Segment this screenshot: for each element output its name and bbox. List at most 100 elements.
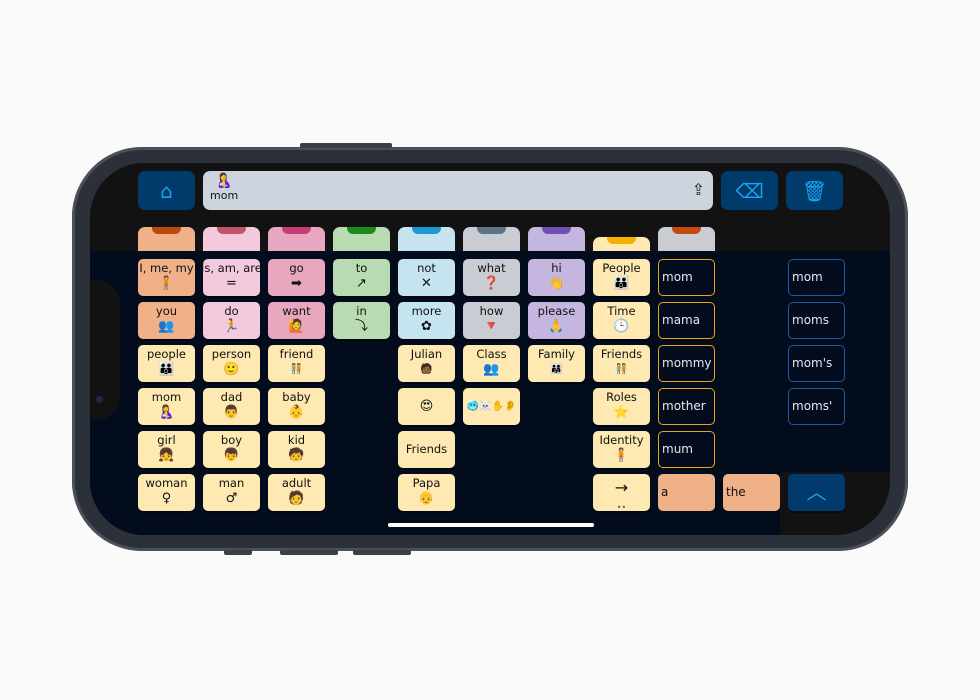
- cell-label: is, am, are: [201, 261, 262, 275]
- symbol-cell[interactable]: girl 👧: [138, 431, 195, 468]
- share-icon[interactable]: ⇪: [692, 180, 705, 199]
- symbol-cell[interactable]: kid 🧒: [268, 431, 325, 468]
- home-button[interactable]: ⌂: [138, 171, 195, 210]
- symbol-cell[interactable]: how 🔻: [463, 302, 520, 339]
- cell-label: Julian: [410, 347, 443, 361]
- symbol-icon: 👪: [613, 276, 630, 291]
- symbol-cell[interactable]: boy 👦: [203, 431, 260, 468]
- category-tab[interactable]: [138, 227, 195, 251]
- symbol-cell[interactable]: man ♂: [203, 474, 260, 511]
- symbol-cell[interactable]: do 🏃: [203, 302, 260, 339]
- clear-button[interactable]: 🗑: [786, 171, 843, 210]
- symbol-cell[interactable]: Friends 🧑‍🤝‍🧑: [593, 345, 650, 382]
- symbol-cell[interactable]: 😍: [398, 388, 455, 425]
- symbol-icon: 👶: [288, 405, 305, 420]
- phone-side-button: [224, 550, 252, 555]
- cell-label: mum: [662, 442, 693, 456]
- cell-label: please: [537, 304, 576, 318]
- symbol-cell[interactable]: you 👥: [138, 302, 195, 339]
- symbol-icon: 🧍: [158, 276, 175, 291]
- prediction-word[interactable]: mom: [658, 259, 715, 296]
- symbol-cell[interactable]: more ✿: [398, 302, 455, 339]
- symbol-cell[interactable]: Roles ⭐: [593, 388, 650, 425]
- symbol-icon: ↗: [356, 276, 367, 291]
- symbol-cell[interactable]: person 🙂: [203, 345, 260, 382]
- symbol-cell[interactable]: Identity 🧍: [593, 431, 650, 468]
- cell-label: Papa: [412, 476, 441, 490]
- symbol-cell[interactable]: I, me, my 🧍: [138, 259, 195, 296]
- word-form[interactable]: moms': [788, 388, 845, 425]
- cell-label: want: [282, 304, 311, 318]
- symbol-cell[interactable]: baby 👶: [268, 388, 325, 425]
- category-tab[interactable]: [398, 227, 455, 251]
- category-tab[interactable]: [593, 237, 650, 251]
- symbol-cell[interactable]: → ••: [593, 474, 650, 512]
- symbol-icon: ♂: [225, 491, 238, 506]
- core-word[interactable]: the: [723, 474, 780, 511]
- cell-label: Time: [607, 304, 636, 318]
- symbol-icon: ✕: [421, 276, 432, 291]
- category-tab[interactable]: [658, 227, 715, 251]
- cell-label: go: [289, 261, 304, 275]
- symbol-cell[interactable]: is, am, are =: [201, 259, 262, 296]
- tab-accent: [412, 227, 441, 234]
- symbol-cell[interactable]: Papa 👴: [398, 474, 455, 511]
- symbol-cell[interactable]: Friends: [398, 431, 455, 468]
- symbol-cell[interactable]: what ❓: [463, 259, 520, 296]
- keyboard-toggle-button[interactable]: ︿: [788, 474, 845, 511]
- category-tab[interactable]: [528, 227, 585, 251]
- category-tab[interactable]: [463, 227, 520, 251]
- tab-accent: [672, 227, 701, 234]
- symbol-icon: 🥶☠️✋👂: [466, 401, 517, 412]
- symbol-cell[interactable]: people 👪: [138, 345, 195, 382]
- category-tab[interactable]: [268, 227, 325, 251]
- backspace-button[interactable]: ⌫: [721, 171, 778, 210]
- symbol-cell[interactable]: dad 👨: [203, 388, 260, 425]
- cell-label: ︿: [806, 480, 827, 504]
- core-word[interactable]: a: [658, 474, 715, 511]
- symbol-cell[interactable]: mom 🤱: [138, 388, 195, 425]
- prediction-word[interactable]: mum: [658, 431, 715, 468]
- symbol-cell[interactable]: not ✕: [398, 259, 455, 296]
- symbol-cell[interactable]: woman ♀: [138, 474, 195, 511]
- symbol-cell[interactable]: in ⤵: [333, 302, 390, 339]
- symbol-cell[interactable]: Family 👨‍👩‍👧: [528, 345, 585, 382]
- symbol-icon: 😍: [419, 399, 434, 414]
- symbol-icon: =: [226, 276, 237, 291]
- cell-label: more: [411, 304, 442, 318]
- symbol-cell[interactable]: to ↗: [333, 259, 390, 296]
- symbol-icon: 🧑: [288, 491, 305, 506]
- symbol-icon: 🧑‍🤝‍🧑: [615, 364, 628, 375]
- prediction-word[interactable]: mama: [658, 302, 715, 339]
- cell-label: Friends: [405, 442, 448, 456]
- message-word[interactable]: 🤱 mom: [210, 173, 238, 202]
- home-indicator[interactable]: [388, 523, 594, 527]
- symbol-icon: 👥: [483, 362, 500, 377]
- message-bar[interactable]: 🤱 mom ⇪: [203, 171, 713, 210]
- symbol-icon: 👥: [158, 319, 175, 334]
- symbol-icon: 👨: [223, 405, 240, 420]
- category-tab[interactable]: [203, 227, 260, 251]
- symbol-cell[interactable]: Julian 🧑🏾: [398, 345, 455, 382]
- symbol-icon: 👧: [158, 448, 175, 463]
- symbol-cell[interactable]: friend 🧑‍🤝‍🧑: [268, 345, 325, 382]
- category-tab[interactable]: [333, 227, 390, 251]
- symbol-cell[interactable]: 🥶☠️✋👂: [463, 388, 520, 425]
- symbol-icon: ⤵: [354, 319, 368, 334]
- word-form[interactable]: mom's: [788, 345, 845, 382]
- symbol-cell[interactable]: Class 👥: [463, 345, 520, 382]
- prediction-word[interactable]: mother: [658, 388, 715, 425]
- symbol-cell[interactable]: please 🙏: [528, 302, 585, 339]
- symbol-cell[interactable]: want 🙋: [268, 302, 325, 339]
- symbol-cell[interactable]: hi 👋: [528, 259, 585, 296]
- symbol-cell[interactable]: go ➡: [268, 259, 325, 296]
- symbol-cell[interactable]: adult 🧑: [268, 474, 325, 511]
- word-form[interactable]: mom: [788, 259, 845, 296]
- symbol-cell[interactable]: People 👪: [593, 259, 650, 296]
- cell-label: to: [355, 261, 368, 275]
- word-form[interactable]: moms: [788, 302, 845, 339]
- symbol-icon: ♀: [161, 491, 172, 506]
- prediction-word[interactable]: mommy: [658, 345, 715, 382]
- symbol-icon: 👴: [418, 491, 435, 506]
- symbol-cell[interactable]: Time 🕒: [593, 302, 650, 339]
